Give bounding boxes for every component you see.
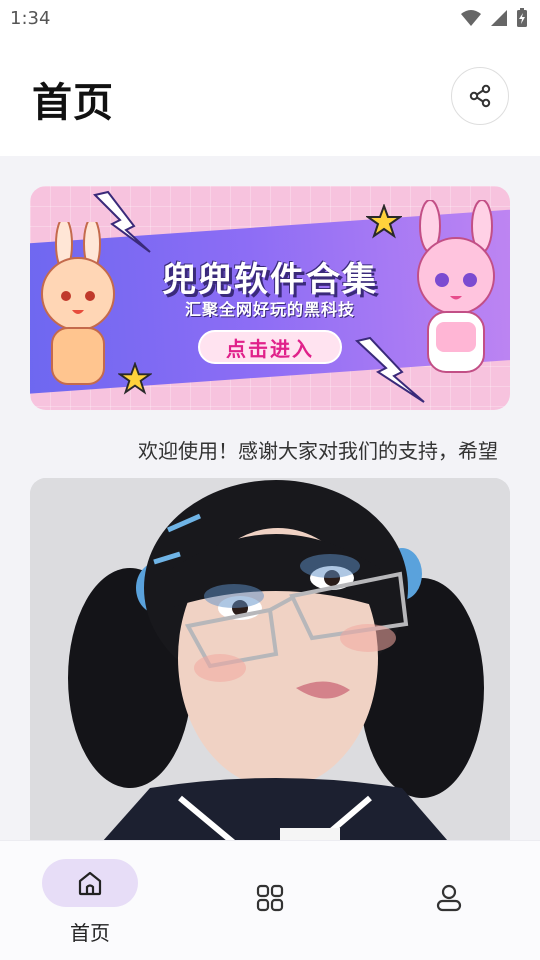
promo-banner[interactable]: 兜兜软件合集 汇聚全网好玩的黑科技 点击进入 <box>30 186 510 410</box>
portrait-photo <box>30 478 510 840</box>
home-icon <box>78 871 102 896</box>
share-icon <box>469 84 491 108</box>
enter-button[interactable]: 点击进入 <box>198 330 342 364</box>
share-button[interactable] <box>451 67 509 125</box>
banner-subtitle: 汇聚全网好玩的黑科技 <box>184 300 355 319</box>
nav-item-apps[interactable] <box>245 841 295 960</box>
wifi-icon <box>461 10 481 26</box>
status-icons <box>460 8 528 28</box>
announcement-marquee: 欢迎使用！感谢大家对我们的支持，希望 <box>138 435 510 465</box>
battery-charging-icon <box>517 8 527 27</box>
announcement-text: 欢迎使用！感谢大家对我们的支持，希望 <box>138 439 498 463</box>
star-deco-icon <box>118 362 152 395</box>
content-area: 兜兜软件合集 汇聚全网好玩的黑科技 点击进入 欢迎使用！感谢大家对我们的支持，希… <box>0 156 540 840</box>
status-bar: 1:34 <box>0 0 540 36</box>
featured-photo-card[interactable] <box>30 478 510 840</box>
grid-icon <box>256 884 284 912</box>
nav-selected-indicator <box>42 859 138 907</box>
app-screen: 1:34 首页 兜兜软件合集 汇聚全网好玩的黑科技 点击进入 欢迎使用！感谢大家… <box>0 0 540 960</box>
nav-label-home: 首页 <box>70 921 110 945</box>
nav-item-home[interactable]: 首页 <box>42 841 138 960</box>
user-icon <box>436 884 462 912</box>
banner-title: 兜兜软件合集 <box>162 260 378 300</box>
nav-item-profile[interactable] <box>424 841 474 960</box>
status-time: 1:34 <box>10 7 51 29</box>
app-header: 首页 <box>0 36 540 156</box>
star-deco-icon <box>366 204 402 239</box>
signal-icon <box>491 10 507 26</box>
bottom-navigation: 首页 <box>0 840 540 960</box>
page-title: 首页 <box>32 80 114 126</box>
